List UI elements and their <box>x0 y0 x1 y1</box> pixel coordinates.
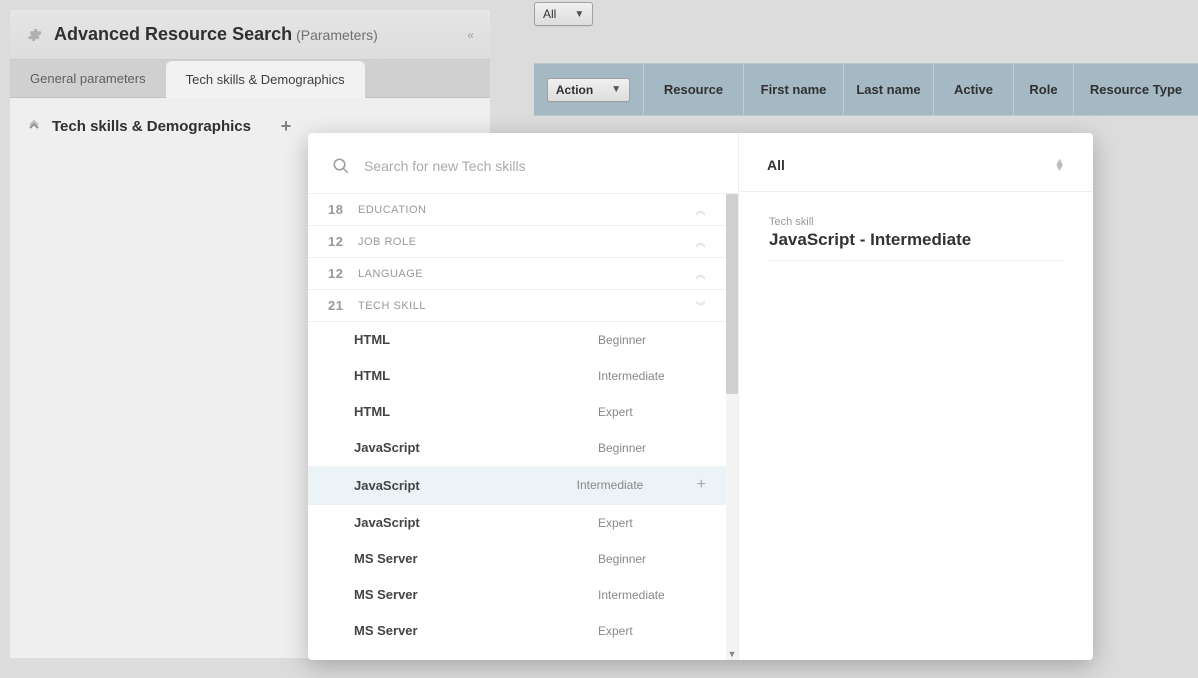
col-active[interactable]: Active <box>934 64 1014 115</box>
skill-level: Expert <box>598 405 718 419</box>
skill-row[interactable]: HTML Expert <box>308 394 738 430</box>
skill-name: MS Server <box>354 623 598 638</box>
top-filter-area: All ▼ <box>534 2 1198 26</box>
caret-down-icon: ▼ <box>574 9 584 20</box>
col-resource-type[interactable]: Resource Type <box>1074 64 1198 115</box>
scroll-down-icon[interactable]: ▼ <box>727 649 737 659</box>
detail-body: Tech skill JavaScript - Intermediate <box>739 192 1093 285</box>
skill-row[interactable]: JavaScript Intermediate + <box>308 466 738 505</box>
col-last-name[interactable]: Last name <box>844 64 934 115</box>
skill-level: Beginner <box>598 333 718 347</box>
category-name: TECH SKILL <box>358 300 696 312</box>
right-filter-row[interactable]: All ▲▼ <box>739 133 1093 192</box>
skill-name: HTML <box>354 404 598 419</box>
category-education[interactable]: 18 EDUCATION ︽ <box>308 194 738 226</box>
skill-name: JavaScript <box>354 478 577 493</box>
skill-row[interactable]: JavaScript Expert <box>308 505 738 541</box>
skill-row[interactable]: MS Server Beginner <box>308 541 738 577</box>
panel-title: Advanced Resource Search <box>54 24 292 45</box>
category-list: 18 EDUCATION ︽ 12 JOB ROLE ︽ 12 LANGUAGE… <box>308 194 738 660</box>
category-name: JOB ROLE <box>358 236 696 248</box>
scrollbar-thumb[interactable] <box>726 194 738 394</box>
section-title: Tech skills & Demographics <box>52 118 251 135</box>
category-count: 21 <box>328 298 358 313</box>
skill-picker-popover: 18 EDUCATION ︽ 12 JOB ROLE ︽ 12 LANGUAGE… <box>308 133 1093 660</box>
skill-level: Beginner <box>598 441 718 455</box>
top-filter-label: All <box>543 7 556 21</box>
add-skill-button[interactable]: + <box>276 116 296 136</box>
col-resource[interactable]: Resource <box>644 64 744 115</box>
search-input[interactable] <box>364 158 718 174</box>
skill-name: MS Server <box>354 551 598 566</box>
skill-row[interactable]: JavaScript Beginner <box>308 430 738 466</box>
skill-level: Intermediate <box>598 588 718 602</box>
skill-name: JavaScript <box>354 515 598 530</box>
search-row <box>308 133 738 194</box>
tabs-row: General parameters Tech skills & Demogra… <box>10 60 490 98</box>
chevron-up-icon: ︽ <box>696 266 707 281</box>
skill-name: MS Server <box>354 587 598 602</box>
col-role[interactable]: Role <box>1014 64 1074 115</box>
tab-tech-skills-demographics[interactable]: Tech skills & Demographics <box>166 61 365 98</box>
search-icon <box>332 157 350 175</box>
results-table-header: Action ▼ Resource First name Last name A… <box>534 63 1198 116</box>
chevron-up-icon: ︽ <box>696 202 707 217</box>
skill-row[interactable]: HTML Intermediate <box>308 358 738 394</box>
category-tech-skill[interactable]: 21 TECH SKILL ︾ <box>308 290 738 322</box>
gear-icon[interactable] <box>26 27 42 43</box>
skill-name: HTML <box>354 332 598 347</box>
add-icon[interactable]: + <box>697 476 706 494</box>
panel-subtitle: (Parameters) <box>296 27 378 43</box>
detail-title: JavaScript - Intermediate <box>769 230 1063 261</box>
top-filter-select[interactable]: All ▼ <box>534 2 593 26</box>
col-first-name[interactable]: First name <box>744 64 844 115</box>
skill-row[interactable]: MS Server Expert <box>308 613 738 649</box>
category-count: 12 <box>328 234 358 249</box>
panel-header: Advanced Resource Search (Parameters) « <box>10 10 490 60</box>
tab-general-parameters[interactable]: General parameters <box>10 60 166 97</box>
detail-label: Tech skill <box>769 216 1063 228</box>
skill-level: Intermediate <box>598 369 718 383</box>
category-count: 18 <box>328 202 358 217</box>
category-name: LANGUAGE <box>358 268 696 280</box>
chevron-down-icon: ︾ <box>696 298 707 313</box>
skill-name: HTML <box>354 368 598 383</box>
skill-level: Expert <box>598 624 718 638</box>
skill-row[interactable]: MS Server Intermediate <box>308 577 738 613</box>
category-job-role[interactable]: 12 JOB ROLE ︽ <box>308 226 738 258</box>
skill-level: Expert <box>598 516 718 530</box>
col-action: Action ▼ <box>534 64 644 115</box>
skill-row[interactable]: HTML Beginner <box>308 322 738 358</box>
category-language[interactable]: 12 LANGUAGE ︽ <box>308 258 738 290</box>
skill-picker-right: All ▲▼ Tech skill JavaScript - Intermedi… <box>738 133 1093 660</box>
chevron-up-icon: ︽ <box>696 234 707 249</box>
skill-name: JavaScript <box>354 440 598 455</box>
collapse-panel-icon[interactable]: « <box>467 28 474 42</box>
action-select-label: Action <box>556 83 593 97</box>
skill-level: Intermediate <box>577 478 697 492</box>
category-count: 12 <box>328 266 358 281</box>
sort-icon[interactable]: ▲▼ <box>1054 159 1065 171</box>
right-filter-label: All <box>767 157 785 173</box>
caret-down-icon: ▼ <box>611 84 621 95</box>
chevron-up-icon <box>24 116 44 136</box>
category-name: EDUCATION <box>358 204 696 216</box>
skill-picker-left: 18 EDUCATION ︽ 12 JOB ROLE ︽ 12 LANGUAGE… <box>308 133 738 660</box>
scrollbar[interactable]: ▲ ▼ <box>726 194 738 660</box>
action-select[interactable]: Action ▼ <box>547 78 630 102</box>
skill-level: Beginner <box>598 552 718 566</box>
